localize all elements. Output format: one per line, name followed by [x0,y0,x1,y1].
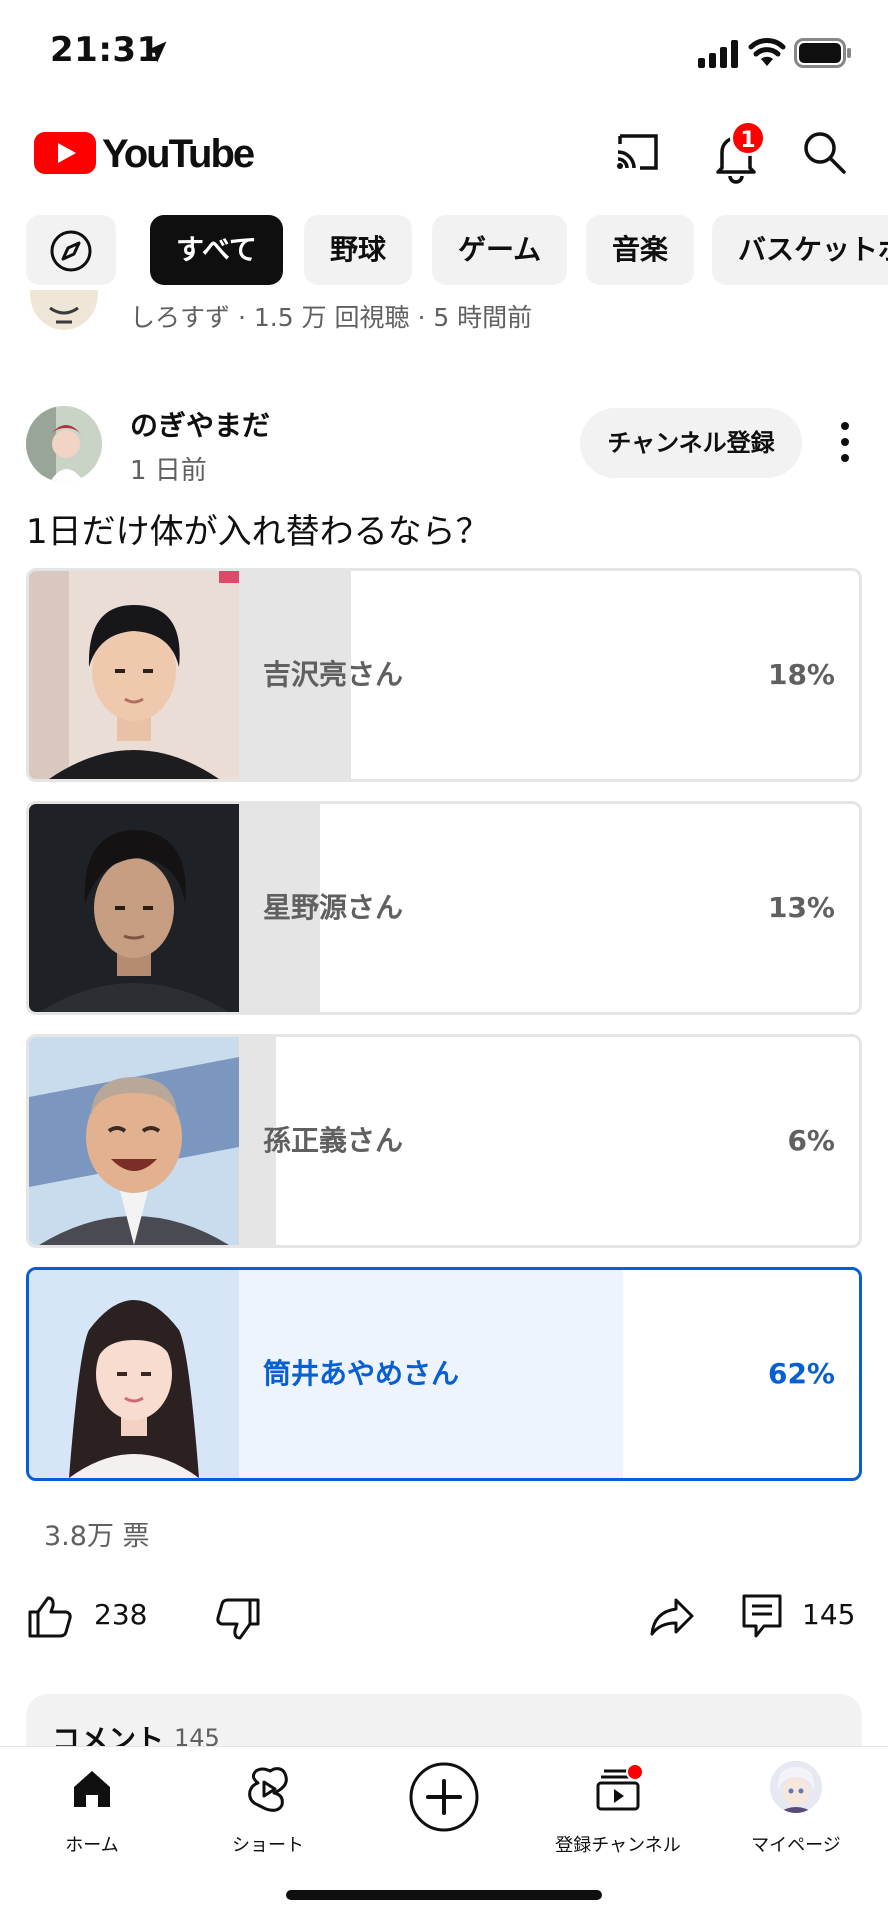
nav-home-label: ホーム [65,1835,119,1856]
author-name[interactable]: のぎやまだ [130,404,270,444]
avatar[interactable] [770,1761,822,1813]
nav-shorts[interactable]: ショート [180,1747,356,1877]
nav-subscriptions-label: 登録チャンネル [555,1835,681,1856]
chip-music[interactable]: 音楽 [586,215,695,285]
poll-option-photo [29,571,239,779]
subscribe-button[interactable]: チャンネル登録 [580,408,802,478]
subscriptions-new-dot [626,1763,644,1781]
home-icon [74,1771,110,1807]
like-count: 238 [94,1598,148,1631]
poll-option-percent: 18% [767,658,835,691]
more-options-icon[interactable] [838,420,852,464]
youtube-logo[interactable]: YouTube [34,128,264,176]
nav-shorts-label: ショート [232,1835,304,1856]
logo-text: YouTube [102,132,254,176]
shorts-icon [248,1767,288,1812]
post-text: 1日だけ体が入れ替わるなら？ [26,512,490,552]
nav-home[interactable]: ホーム [4,1747,180,1877]
author-avatar[interactable] [26,406,102,482]
cellular-signal-icon [698,40,738,68]
poll-option-label: 筒井あやめさん [263,1357,460,1390]
poll-option-photo [29,1270,239,1478]
previous-item-thumbnail[interactable] [28,290,100,334]
poll-option-selected[interactable]: 筒井あやめさん 62% [26,1267,862,1481]
post-time: 1 日前 [130,456,207,486]
poll-option[interactable]: 星野源さん 13% [26,801,862,1015]
previous-item-meta: しろすず · 1.5 万 回視聴 · 5 時間前 [130,303,533,332]
poll-option[interactable]: 吉沢亮さん 18% [26,568,862,782]
notification-badge: 1 [730,120,766,156]
explore-chip[interactable] [26,215,116,285]
battery-icon [794,38,851,68]
app-header: YouTube 1 [0,110,888,190]
chip-baseball[interactable]: 野球 [304,215,413,285]
nav-you-label: マイページ [751,1835,841,1856]
poll-option-photo [29,1037,239,1245]
chip-basketball[interactable]: バスケットボ [712,215,888,285]
poll-option-photo [29,804,239,1012]
chip-game[interactable]: ゲーム [432,215,568,285]
location-arrow-icon [145,41,167,63]
poll-option-percent: 62% [767,1357,835,1390]
comment-count: 145 [802,1598,856,1631]
poll-vote-count: 3.8万 票 [44,1521,150,1552]
poll-option-percent: 13% [767,891,835,924]
create-icon[interactable] [408,1761,480,1833]
nav-subscriptions[interactable]: 登録チャンネル [530,1747,706,1877]
poll-option-label: 吉沢亮さん [263,658,404,691]
poll-option[interactable]: 孫正義さん 6% [26,1034,862,1248]
wifi-icon [748,38,786,66]
dislike-icon[interactable] [214,1596,262,1644]
home-indicator [286,1890,602,1900]
comment-icon[interactable] [738,1592,786,1640]
compass-icon [50,230,92,272]
cast-icon[interactable] [614,130,662,174]
status-bar: 21:31 [0,0,888,100]
poll-option-label: 星野源さん [263,891,404,924]
share-icon[interactable] [648,1592,696,1640]
chip-all[interactable]: すべて [150,215,283,285]
poll-option-label: 孫正義さん [263,1124,404,1157]
category-chips: すべて 野球 ゲーム 音楽 バスケットボ [0,215,888,287]
search-icon[interactable] [800,128,848,176]
like-icon[interactable] [26,1592,74,1640]
poll-option-percent: 6% [787,1124,835,1157]
